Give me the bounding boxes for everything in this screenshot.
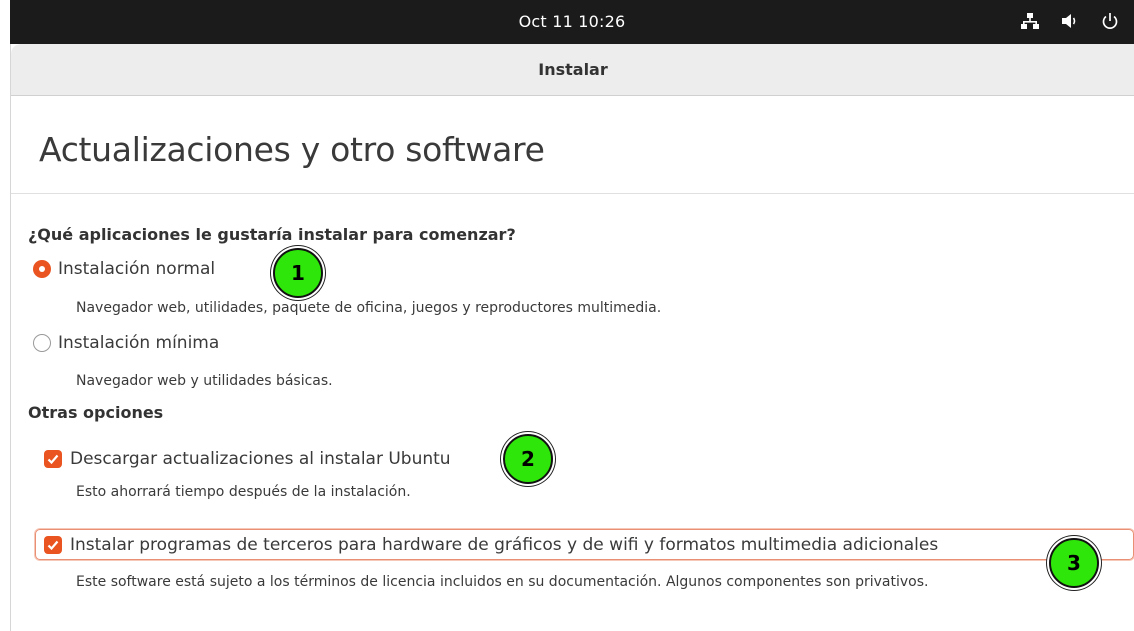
option-minimal-description: Navegador web y utilidades básicas. (76, 373, 333, 389)
radio-selected-icon[interactable] (33, 260, 51, 278)
desktop-edge (0, 0, 10, 631)
marker-2: 2 (503, 434, 553, 484)
marker-1: 1 (273, 248, 323, 298)
page-title: Actualizaciones y otro software (39, 130, 545, 169)
option-normal-description: Navegador web, utilidades, paquete de of… (76, 300, 662, 316)
checkbox-checked-icon[interactable] (44, 450, 62, 468)
option-normal-label[interactable]: Instalación normal (58, 259, 215, 279)
other-options-title: Otras opciones (28, 403, 164, 422)
window-title: Instalar (538, 60, 608, 79)
page-header: Actualizaciones y otro software (11, 96, 1134, 194)
top-bar: Oct 11 10:26 (10, 0, 1134, 44)
check-third-party[interactable]: Instalar programas de terceros para hard… (44, 535, 938, 555)
clock[interactable]: Oct 11 10:26 (10, 12, 1134, 31)
option-minimal-label[interactable]: Instalación mínima (58, 333, 219, 353)
option-normal-install[interactable]: Instalación normal (33, 259, 215, 279)
window-titlebar[interactable]: Instalar (11, 44, 1134, 96)
option-minimal-install[interactable]: Instalación mínima (33, 333, 219, 353)
third-party-label[interactable]: Instalar programas de terceros para hard… (70, 535, 938, 555)
volume-icon[interactable] (1060, 11, 1080, 31)
download-updates-label[interactable]: Descargar actualizaciones al instalar Ub… (70, 449, 451, 469)
network-icon[interactable] (1020, 11, 1040, 31)
power-icon[interactable] (1100, 11, 1120, 31)
third-party-description: Este software está sujeto a los términos… (76, 574, 929, 590)
radio-unselected-icon[interactable] (33, 334, 51, 352)
check-download-updates[interactable]: Descargar actualizaciones al instalar Ub… (44, 449, 451, 469)
checkbox-checked-icon[interactable] (44, 536, 62, 554)
apps-question: ¿Qué aplicaciones le gustaría instalar p… (28, 225, 516, 244)
system-tray[interactable] (1020, 11, 1120, 31)
download-updates-description: Esto ahorrará tiempo después de la insta… (76, 484, 411, 500)
marker-3: 3 (1049, 538, 1099, 588)
